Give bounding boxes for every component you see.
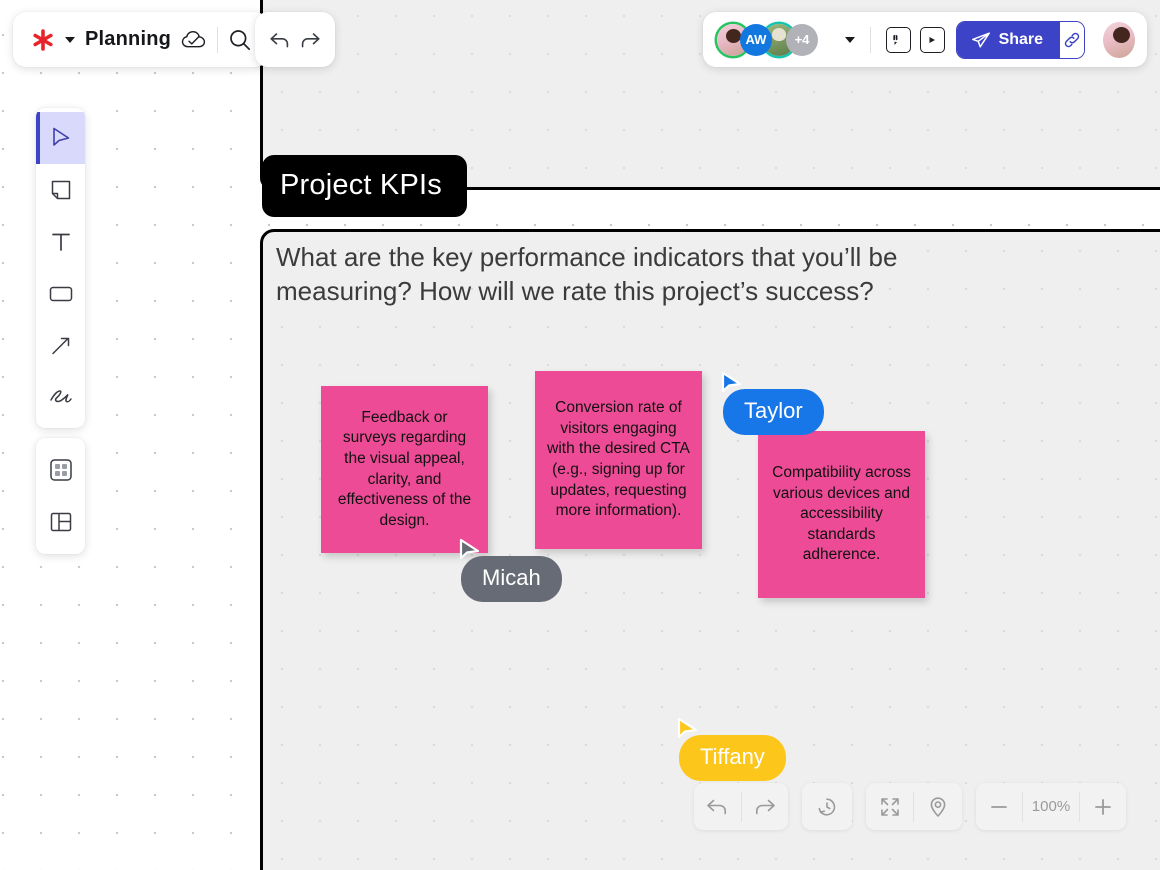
share-button-group: Share (955, 20, 1086, 59)
bottom-history-group (802, 783, 852, 830)
present-play-icon[interactable] (919, 26, 945, 53)
template-tool[interactable] (36, 496, 85, 548)
undo-redo-toolbar (255, 12, 335, 67)
arrow-tool[interactable] (36, 320, 85, 372)
undo-arrow-icon (705, 797, 729, 817)
search-icon[interactable] (228, 28, 252, 52)
bottom-redo-button[interactable] (741, 783, 788, 830)
sticky-note-text: Feedback or surveys regarding the visual… (337, 408, 472, 529)
text-tool[interactable] (36, 216, 85, 268)
zoom-level-label[interactable]: 100% (1023, 783, 1078, 830)
bottom-undo-button[interactable] (694, 783, 741, 830)
sticky-note-compatibility[interactable]: Compatibility across various devices and… (758, 431, 925, 598)
zoom-out-button[interactable] (976, 783, 1022, 830)
sticky-note-text: Compatibility across various devices and… (772, 464, 911, 564)
cursor-arrow-icon (50, 126, 72, 150)
fit-to-screen-button[interactable] (866, 783, 913, 830)
grid-apps-icon (48, 457, 74, 483)
divider (217, 26, 219, 53)
sticky-note-tool[interactable] (36, 164, 85, 216)
top-left-toolbar: Planning (13, 12, 269, 67)
rectangle-icon (48, 284, 74, 304)
top-right-toolbar: AW +4 ” Share (703, 12, 1147, 67)
share-button-label: Share (998, 30, 1044, 48)
comment-quote-icon[interactable]: ” (885, 26, 911, 53)
cloud-check-icon[interactable] (181, 29, 207, 51)
asterisk-logo-icon[interactable] (31, 28, 55, 52)
board-menu-caret-down-icon[interactable] (65, 36, 75, 43)
cursor-label: Taylor (723, 389, 824, 435)
sticky-note-text: Conversion rate of visitors engaging wit… (547, 399, 690, 520)
bottom-view-group (866, 783, 962, 830)
bottom-undo-redo-group (694, 783, 788, 830)
pen-tool[interactable] (36, 372, 85, 424)
frame-title-project-kpis[interactable]: Project KPIs (262, 155, 467, 217)
zoom-in-button[interactable] (1080, 783, 1126, 830)
copy-link-button[interactable] (1060, 21, 1085, 58)
text-t-icon (50, 230, 72, 254)
clock-history-icon (815, 795, 839, 819)
share-button[interactable]: Share (956, 21, 1061, 58)
divider (870, 26, 871, 53)
version-history-button[interactable] (802, 783, 852, 830)
locate-me-button[interactable] (914, 783, 961, 830)
sticky-note-conversion[interactable]: Conversion rate of visitors engaging wit… (535, 371, 702, 549)
shape-tool[interactable] (36, 268, 85, 320)
profile-avatar[interactable] (1103, 21, 1135, 58)
tool-rail-primary (36, 108, 85, 428)
avatar-collaborator-2[interactable]: AW (740, 23, 772, 56)
map-pin-icon (927, 795, 949, 819)
expand-arrows-icon (878, 795, 902, 819)
redo-arrow-icon (753, 797, 777, 817)
template-icon (48, 509, 74, 535)
link-chain-icon (1062, 30, 1082, 50)
avatar-overflow-label: +4 (794, 32, 810, 47)
cursor-label: Micah (461, 556, 562, 602)
arrow-diagonal-icon (49, 334, 73, 358)
whiteboard-app: Project KPIs What are the key performanc… (0, 0, 1160, 870)
tool-rail-secondary (36, 438, 85, 554)
bottom-zoom-group: 100% (976, 783, 1126, 830)
paper-plane-icon (971, 31, 991, 49)
avatar-overflow-count[interactable]: +4 (786, 23, 818, 56)
collaborators-caret-down-icon[interactable] (845, 36, 855, 43)
minus-icon (988, 796, 1010, 818)
board-title[interactable]: Planning (85, 28, 171, 51)
undo-arrow-icon[interactable] (269, 31, 291, 49)
sticky-note-feedback[interactable]: Feedback or surveys regarding the visual… (321, 386, 488, 553)
cursor-label: Tiffany (679, 735, 786, 781)
frame-question-text: What are the key performance indicators … (276, 242, 898, 306)
avatar-initials: AW (745, 32, 767, 47)
sticky-note-icon (49, 178, 73, 202)
redo-arrow-icon[interactable] (299, 31, 321, 49)
collaborator-avatars[interactable]: AW +4 (717, 23, 818, 56)
scribble-pen-icon (48, 387, 74, 409)
plus-icon (1092, 796, 1114, 818)
apps-tool[interactable] (36, 444, 85, 496)
select-tool[interactable] (36, 112, 85, 164)
